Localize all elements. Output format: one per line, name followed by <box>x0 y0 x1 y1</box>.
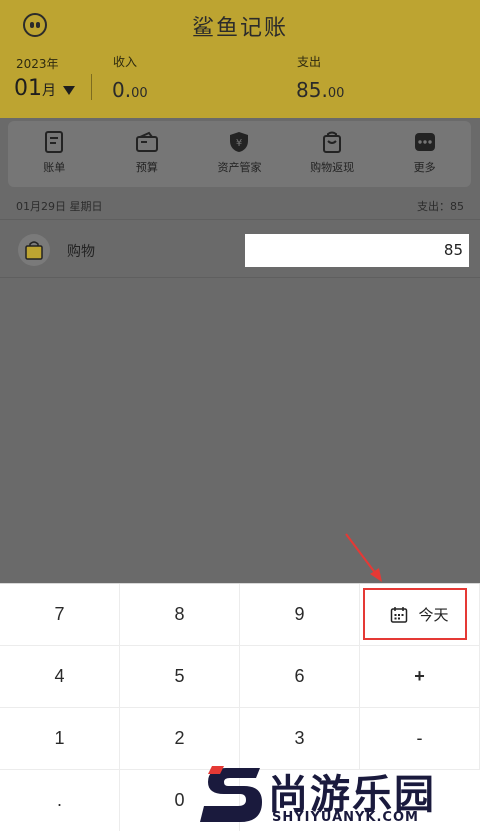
calendar-icon <box>391 606 408 623</box>
year-label: 2023年 <box>16 57 59 71</box>
shopping-bag-icon <box>323 131 342 153</box>
nav-label: 购物返现 <box>310 161 355 174</box>
nav-label: 预算 <box>135 161 158 174</box>
category-icon-wrap <box>18 234 50 266</box>
feature-nav: 账单 预算 ¥ 资产管家 购物返现 更多 <box>8 121 471 187</box>
bill-icon <box>45 131 64 153</box>
day-expense: 支出：85 <box>417 200 464 213</box>
key-9[interactable]: 9 <box>240 584 360 646</box>
header: 鲨鱼记账 2023年 01月 收入 0.00 支出 85.00 <box>0 0 480 118</box>
income-label: 收入 <box>113 55 138 69</box>
nav-item-bill[interactable]: 账单 <box>8 121 101 187</box>
key-1[interactable]: 1 <box>0 708 120 770</box>
nav-label: 资产管家 <box>217 161 262 174</box>
key-plus[interactable]: + <box>360 646 480 708</box>
key-8[interactable]: 8 <box>120 584 240 646</box>
today-label: 今天 <box>418 606 449 624</box>
divider <box>91 74 92 100</box>
arrow-icon <box>345 533 382 582</box>
nav-label: 账单 <box>43 161 66 174</box>
nav-label: 更多 <box>413 161 436 174</box>
date-row: 01月29日 星期日 支出：85 <box>0 192 480 220</box>
watermark-url: SHYIYUANYK.COM <box>272 810 419 825</box>
amount-value: 85 <box>443 241 463 259</box>
nav-item-cashback[interactable]: 购物返现 <box>286 121 379 187</box>
key-5[interactable]: 5 <box>120 646 240 708</box>
list-item[interactable]: 购物 85 <box>0 224 480 278</box>
expense-label: 支出 <box>297 55 322 69</box>
shield-icon: ¥ <box>230 132 249 152</box>
expense-value: 85.00 <box>296 78 345 102</box>
nav-item-assets[interactable]: ¥ 资产管家 <box>193 121 286 187</box>
key-dot[interactable]: . <box>0 770 120 831</box>
key-7[interactable]: 7 <box>0 584 120 646</box>
key-4[interactable]: 4 <box>0 646 120 708</box>
month-number: 01 <box>14 76 42 101</box>
nav-item-more[interactable]: 更多 <box>378 121 471 187</box>
month-suffix: 月 <box>42 83 56 99</box>
shopping-bag-icon <box>25 241 43 260</box>
amount-field[interactable]: 85 <box>245 234 469 267</box>
today-button[interactable]: 今天 <box>360 584 480 646</box>
more-icon <box>414 133 435 151</box>
month-selector[interactable]: 01月 <box>14 76 56 101</box>
nav-item-budget[interactable]: 预算 <box>101 121 194 187</box>
watermark: 尚游乐园 SHYIYUANYK.COM <box>198 760 480 831</box>
app-title: 鲨鱼记账 <box>191 16 288 41</box>
key-6[interactable]: 6 <box>240 646 360 708</box>
caret-down-icon[interactable] <box>63 86 75 95</box>
category-label: 购物 <box>67 244 95 260</box>
watermark-logo <box>200 766 262 822</box>
income-value: 0.00 <box>112 78 148 102</box>
date-label: 01月29日 星期日 <box>16 200 103 213</box>
svg-text:¥: ¥ <box>236 138 242 149</box>
wallet-icon <box>135 131 158 152</box>
